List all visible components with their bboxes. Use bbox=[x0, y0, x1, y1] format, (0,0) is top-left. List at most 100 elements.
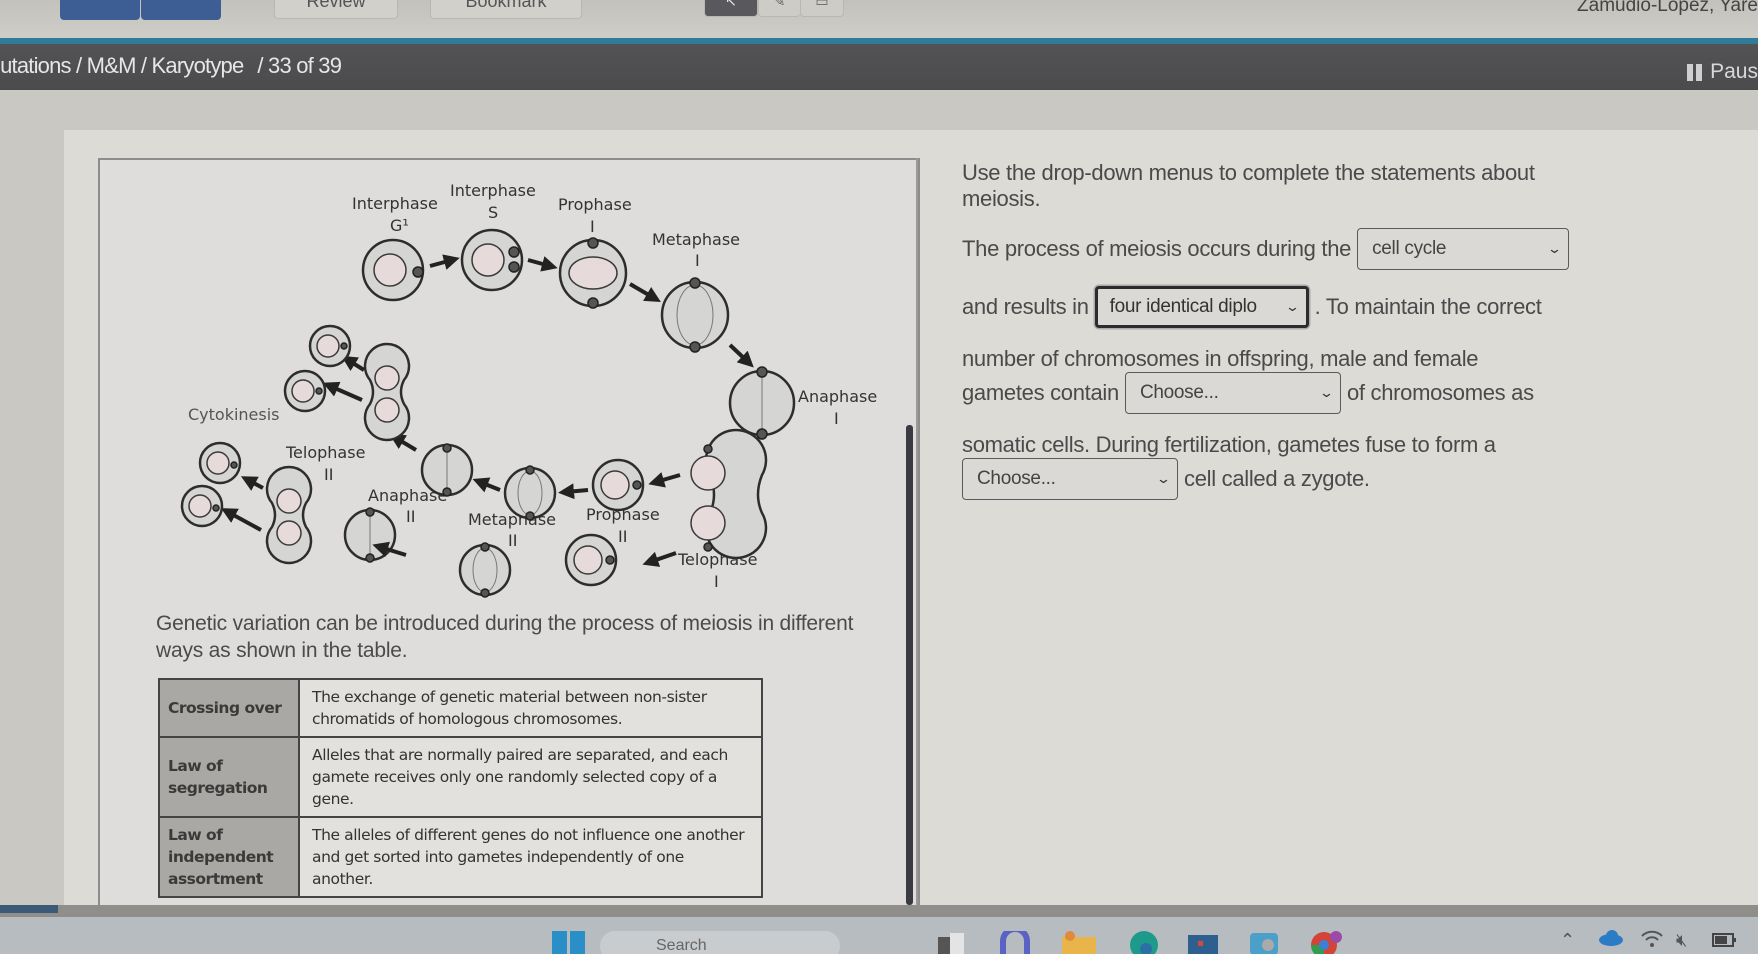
cell-telophase-2-bottom bbox=[265, 465, 313, 565]
definition-cell: Alleles that are normally paired are sep… bbox=[298, 736, 763, 818]
statement-text: cell called a zygote. bbox=[1184, 466, 1370, 491]
windows-start-icon[interactable] bbox=[552, 931, 586, 954]
dropdown-value: Choose... bbox=[977, 468, 1056, 489]
file-explorer-icon[interactable] bbox=[1062, 931, 1096, 954]
notes-tool-icon[interactable]: ▭ bbox=[800, 0, 844, 17]
statement-text: . To maintain the correct bbox=[1314, 294, 1542, 319]
label-telophase-2: Telophase bbox=[285, 443, 365, 462]
app-icon[interactable] bbox=[1250, 931, 1282, 954]
arrow bbox=[648, 472, 681, 488]
arrow bbox=[642, 551, 677, 567]
label-interphase-g1-sub: G¹ bbox=[390, 216, 409, 235]
dropdown-zygote-type[interactable]: Choose... ⌄ bbox=[962, 458, 1178, 500]
statement-line-5: somatic cells. During fertilization, gam… bbox=[962, 432, 1496, 457]
chrome-icon[interactable] bbox=[1310, 931, 1344, 954]
statement-line-3: number of chromosomes in offspring, male… bbox=[962, 346, 1479, 371]
dropdown-results-in[interactable]: four identical diplo ⌄ bbox=[1094, 286, 1309, 328]
progress-bar bbox=[0, 905, 1758, 917]
taskbar-search[interactable]: Search bbox=[600, 931, 840, 954]
chevron-up-icon[interactable]: ⌃ bbox=[1560, 930, 1575, 951]
passage-panel: Interphase G¹ Interphase S Prophase I Me… bbox=[98, 158, 920, 905]
pause-icon bbox=[1687, 63, 1703, 81]
page-counter: / 33 of 39 bbox=[257, 53, 342, 78]
chevron-down-icon: ⌄ bbox=[1284, 299, 1300, 314]
label-prophase-1: Prophase bbox=[558, 195, 632, 214]
statement-text: gametes contain bbox=[962, 380, 1119, 405]
passage-scrollbar[interactable] bbox=[906, 425, 913, 905]
previous-button[interactable] bbox=[60, 0, 140, 20]
arrow bbox=[628, 282, 661, 303]
battery-icon[interactable] bbox=[1712, 930, 1738, 953]
gamete-3 bbox=[198, 441, 242, 485]
chevron-down-icon: ⌄ bbox=[1547, 241, 1563, 256]
cell-interphase-s bbox=[460, 228, 524, 292]
statement-line-6: Choose... ⌄ cell called a zygote. bbox=[962, 458, 1370, 500]
os-taskbar: Search ⌃ 🔇︎ bbox=[0, 917, 1758, 954]
search-placeholder: Search bbox=[656, 937, 707, 954]
cell-interphase-g1 bbox=[361, 238, 425, 302]
bookmark-button[interactable]: Bookmark bbox=[430, 0, 582, 19]
chevron-down-icon: ⌄ bbox=[1319, 385, 1335, 400]
label-interphase-s: Interphase bbox=[450, 181, 536, 200]
pause-label: Paus bbox=[1710, 60, 1758, 83]
review-button[interactable]: Review bbox=[274, 0, 398, 19]
breadcrumb-bar: lutations / M&M / Karyotype / 33 of 39 Pa… bbox=[0, 44, 1758, 90]
wifi-icon[interactable] bbox=[1640, 930, 1664, 953]
label-telophase-2-sub: II bbox=[324, 465, 333, 484]
arrow bbox=[389, 433, 418, 452]
label-metaphase-2-sub: II bbox=[508, 531, 517, 550]
dropdown-value: Choose... bbox=[1139, 382, 1219, 403]
cell-prophase-2-top bbox=[591, 458, 645, 512]
table-row: Crossing over The exchange of genetic ma… bbox=[158, 678, 763, 738]
volume-muted-icon[interactable]: 🔇︎ bbox=[1676, 930, 1687, 951]
arrow bbox=[341, 355, 366, 372]
onedrive-cloud-icon[interactable] bbox=[1598, 930, 1624, 951]
cell-telophase-1 bbox=[690, 428, 768, 560]
breadcrumb-path: lutations / M&M / Karyotype bbox=[0, 53, 244, 78]
definition-cell: The exchange of genetic material between… bbox=[298, 678, 763, 738]
genetic-variation-table: Crossing over The exchange of genetic ma… bbox=[158, 678, 763, 898]
cell-metaphase-2-top bbox=[503, 465, 557, 521]
label-telophase-1-sub: I bbox=[714, 572, 719, 591]
task-view-icon[interactable] bbox=[938, 931, 966, 954]
teams-icon[interactable] bbox=[1000, 926, 1030, 954]
edge-icon[interactable] bbox=[1128, 931, 1160, 954]
gamete-4 bbox=[180, 484, 224, 528]
term-cell: Crossing over bbox=[158, 678, 300, 738]
pause-button[interactable]: Paus bbox=[1687, 60, 1758, 84]
arrow bbox=[220, 508, 262, 532]
meiosis-diagram: Interphase G¹ Interphase S Prophase I Me… bbox=[180, 181, 877, 598]
statement-text: and results in bbox=[962, 294, 1089, 319]
table-row: Law of segregation Alleles that are norm… bbox=[158, 736, 763, 818]
user-name: Zamudio-Lopez, Yare bbox=[1577, 0, 1758, 16]
arrow bbox=[429, 254, 460, 270]
term-cell: Law of independent assortment bbox=[158, 816, 300, 898]
progress-fill bbox=[0, 905, 58, 913]
arrow bbox=[472, 477, 501, 493]
statement-line-4: gametes contain Choose... ⌄ of chromosom… bbox=[962, 372, 1534, 414]
cell-anaphase-1 bbox=[728, 366, 796, 440]
statement-text: of chromosomes as bbox=[1346, 380, 1534, 405]
top-toolbar: Review Bookmark ↖ ✎ ▭ Zamudio-Lopez, Yar… bbox=[0, 0, 1758, 38]
cell-anaphase-2-top bbox=[420, 443, 474, 497]
cell-prophase-2-bottom bbox=[564, 533, 618, 587]
next-button[interactable] bbox=[141, 0, 221, 20]
gamete-2 bbox=[283, 369, 327, 413]
term-cell: Law of segregation bbox=[158, 736, 300, 818]
dropdown-value: four identical diplo bbox=[1109, 296, 1257, 317]
label-anaphase-1: Anaphase bbox=[798, 387, 877, 406]
gamete-1 bbox=[308, 324, 352, 368]
dropdown-gametes-contain[interactable]: Choose... ⌄ bbox=[1124, 372, 1341, 414]
breadcrumb: lutations / M&M / Karyotype / 33 of 39 bbox=[0, 53, 342, 79]
cell-prophase-1 bbox=[558, 237, 628, 309]
pointer-tool-icon[interactable]: ↖ bbox=[704, 0, 758, 17]
definition-cell: The alleles of different genes do not in… bbox=[298, 816, 763, 898]
dropdown-meiosis-occurs[interactable]: cell cycle ⌄ bbox=[1357, 228, 1570, 270]
label-metaphase-1-sub: I bbox=[695, 251, 700, 270]
label-anaphase-1-sub: I bbox=[834, 409, 839, 428]
highlight-tool-icon[interactable]: ✎ bbox=[758, 0, 800, 17]
store-icon[interactable] bbox=[1188, 931, 1220, 954]
statement-text: The process of meiosis occurs during the bbox=[962, 236, 1352, 261]
dropdown-value: cell cycle bbox=[1372, 238, 1447, 259]
label-cytokinesis: Cytokinesis bbox=[188, 405, 280, 424]
